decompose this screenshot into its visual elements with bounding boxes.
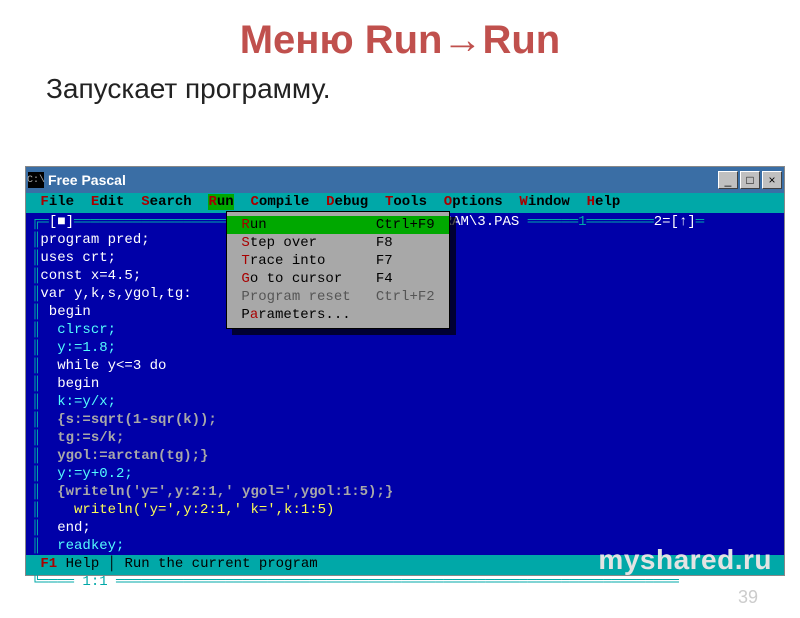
- code-line[interactable]: ║ y:=y+0.2;: [32, 465, 778, 483]
- menu-item-trace-into[interactable]: Trace into F7: [227, 252, 449, 270]
- code-line[interactable]: ║ writeln('y=',y:2:1,' k=',k:1:5): [32, 501, 778, 519]
- menu-item-step-over[interactable]: Step over F8: [227, 234, 449, 252]
- minimize-button[interactable]: _: [718, 171, 738, 189]
- window-title: Free Pascal: [48, 172, 718, 188]
- code-line[interactable]: ║ end;: [32, 519, 778, 537]
- ide-window: C:\ Free Pascal _ □ × File Edit Search R…: [25, 166, 785, 576]
- status-hint: Run the current program: [124, 556, 317, 572]
- code-line[interactable]: ║ y:=1.8;: [32, 339, 778, 357]
- titlebar: C:\ Free Pascal _ □ ×: [26, 167, 784, 193]
- menu-item-program-reset: Program reset Ctrl+F2: [227, 288, 449, 306]
- code-line[interactable]: ║ {writeln('y=',y:2:1,' ygol=',ygol:1:5)…: [32, 483, 778, 501]
- run-menu-dropdown[interactable]: Run Ctrl+F9 Step over F8 Trace into F7 G…: [226, 211, 450, 329]
- code-line[interactable]: ║ {s:=sqrt(1-sqr(k));: [32, 411, 778, 429]
- f1-key[interactable]: F1: [40, 556, 57, 572]
- code-line[interactable]: ║ k:=y/x;: [32, 393, 778, 411]
- maximize-button[interactable]: □: [740, 171, 760, 189]
- menu-item-parameters-[interactable]: Parameters...: [227, 306, 449, 324]
- slide-title: Меню Run→Run: [0, 18, 800, 63]
- menubar[interactable]: File Edit Search Run Compile Debug Tools…: [26, 193, 784, 213]
- menu-item-run[interactable]: Run Ctrl+F9: [227, 216, 449, 234]
- code-line[interactable]: ║ while y<=3 do: [32, 357, 778, 375]
- window-buttons: _ □ ×: [718, 171, 782, 189]
- slide-subtitle: Запускает программу.: [46, 73, 800, 105]
- system-menu-icon[interactable]: C:\: [28, 172, 44, 188]
- page-number: 39: [738, 587, 758, 608]
- code-line[interactable]: ║ ygol:=arctan(tg);}: [32, 447, 778, 465]
- code-line[interactable]: ║ tg:=s/k;: [32, 429, 778, 447]
- watermark: myshared.ru: [598, 544, 772, 576]
- menu-item-go-to-cursor[interactable]: Go to cursor F4: [227, 270, 449, 288]
- close-button[interactable]: ×: [762, 171, 782, 189]
- code-line[interactable]: ║ begin: [32, 375, 778, 393]
